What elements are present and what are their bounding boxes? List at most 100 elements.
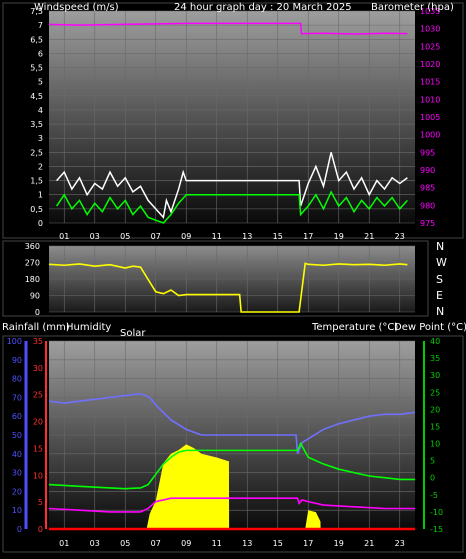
humidity-axis-title: Humidity xyxy=(66,322,111,333)
tick-label-hour-top: 05 xyxy=(120,232,130,241)
tick-label-humidity: 60 xyxy=(12,412,22,421)
tick-label-hour-top: 11 xyxy=(212,232,222,241)
tick-label-humidity: 50 xyxy=(12,431,22,440)
tick-label-windspeed: 7 xyxy=(38,21,43,30)
tick-label-hour-top: 07 xyxy=(151,232,161,241)
tick-label-hour-bottom: 21 xyxy=(364,539,374,548)
tick-label-hour-top: 01 xyxy=(59,232,69,241)
tick-label-hour-bottom: 05 xyxy=(120,539,130,548)
dir-label-e: E xyxy=(436,289,443,302)
weather-chart-svg: 00,511,522,533,544,555,566,577,597598098… xyxy=(2,2,466,553)
tick-label-temperature: 30 xyxy=(430,371,440,380)
tick-label-windspeed: 2,5 xyxy=(30,148,43,157)
tick-label-hour-bottom: 23 xyxy=(395,539,405,548)
tick-label-rain: 20 xyxy=(33,418,43,427)
tick-label-temperature: 40 xyxy=(430,337,440,346)
tick-label-temperature: 20 xyxy=(430,405,440,414)
temperature-axis-title: Temperature (°C) xyxy=(311,322,398,333)
tick-label-hour-bottom: 17 xyxy=(303,539,313,548)
tick-label-hour-bottom: 01 xyxy=(59,539,69,548)
dir-label-n-top: N xyxy=(436,240,444,253)
graph-title: 24 hour graph day : 20 March 2025 xyxy=(174,2,352,13)
tick-label-humidity: 80 xyxy=(12,375,22,384)
tick-label-windspeed: 4 xyxy=(38,106,43,115)
tick-label-windspeed: 1 xyxy=(38,191,43,200)
tick-label-temperature: -15 xyxy=(430,525,443,534)
tick-label-hour-bottom: 13 xyxy=(242,539,252,548)
tick-label-hour-top: 13 xyxy=(242,232,252,241)
tick-label-rain: 15 xyxy=(33,444,43,453)
tick-label-rain: 10 xyxy=(33,471,43,480)
tick-label-humidity: 10 xyxy=(12,506,22,515)
tick-label-windspeed: 5 xyxy=(38,78,43,87)
tick-label-temperature: -10 xyxy=(430,508,443,517)
tick-label-barometer: 1010 xyxy=(420,95,440,104)
tick-label-rain: 35 xyxy=(33,337,43,346)
tick-label-temperature: 35 xyxy=(430,354,440,363)
tick-label-temperature: 5 xyxy=(430,457,435,466)
tick-label-barometer: 1000 xyxy=(420,131,440,140)
tick-label-barometer: 1020 xyxy=(420,60,440,69)
tick-label-direction: 0 xyxy=(35,308,40,317)
tick-label-humidity: 40 xyxy=(12,450,22,459)
tick-label-barometer: 995 xyxy=(420,148,435,157)
tick-label-hour-top: 21 xyxy=(364,232,374,241)
tick-label-direction: 180 xyxy=(25,275,40,284)
rainfall-axis-title: Rainfall (mm) xyxy=(2,322,70,333)
tick-label-barometer: 985 xyxy=(420,184,435,193)
tick-label-temperature: -5 xyxy=(430,491,438,500)
tick-label-barometer: 980 xyxy=(420,201,435,210)
tick-label-rain: 30 xyxy=(33,364,43,373)
tick-label-windspeed: 1,5 xyxy=(30,177,43,186)
tick-label-humidity: 90 xyxy=(12,356,22,365)
tick-label-temperature: 15 xyxy=(430,422,440,431)
tick-label-humidity: 20 xyxy=(12,487,22,496)
tick-label-hour-bottom: 19 xyxy=(334,539,344,548)
dir-label-s: S xyxy=(436,273,443,286)
tick-label-hour-top: 15 xyxy=(273,232,283,241)
dir-label-n-bottom: N xyxy=(436,305,444,318)
tick-label-barometer: 975 xyxy=(420,219,435,228)
tick-label-windspeed: 5,5 xyxy=(30,64,43,73)
plot-area-wind xyxy=(49,11,415,223)
tick-label-hour-top: 19 xyxy=(334,232,344,241)
windspeed-axis-title: Windspeed (m/s) xyxy=(34,2,119,13)
tick-label-direction: 360 xyxy=(25,242,40,251)
dir-label-w: W xyxy=(436,256,447,269)
tick-label-hour-bottom: 07 xyxy=(151,539,161,548)
tick-label-barometer: 1030 xyxy=(420,25,440,34)
tick-label-humidity: 0 xyxy=(17,525,22,534)
tick-label-hour-bottom: 09 xyxy=(181,539,191,548)
tick-label-hour-top: 03 xyxy=(90,232,100,241)
tick-label-temperature: 10 xyxy=(430,440,440,449)
tick-label-rain: 25 xyxy=(33,391,43,400)
tick-label-hour-bottom: 03 xyxy=(90,539,100,548)
tick-label-hour-bottom: 15 xyxy=(273,539,283,548)
tick-label-windspeed: 0,5 xyxy=(30,205,43,214)
tick-label-windspeed: 2 xyxy=(38,162,43,171)
tick-label-barometer: 1025 xyxy=(420,42,440,51)
barometer-axis-title: Barometer (hpa) xyxy=(371,2,454,13)
tick-label-humidity: 30 xyxy=(12,469,22,478)
tick-label-windspeed: 0 xyxy=(38,219,43,228)
tick-label-windspeed: 6 xyxy=(38,49,43,58)
weather-graph: 0 0,5 1 1,5 2 2,5 3 3,5 4 4,5 5 5,5 6 6,5 7 7,5 975 980 98… xyxy=(0,0,466,555)
tick-label-hour-top: 17 xyxy=(303,232,313,241)
dewpoint-axis-title: Dew Point (°C) xyxy=(394,322,466,333)
tick-label-humidity: 100 xyxy=(7,337,22,346)
tick-label-direction: 270 xyxy=(25,259,40,268)
tick-label-direction: 90 xyxy=(30,292,40,301)
tick-label-windspeed: 3,5 xyxy=(30,120,43,129)
tick-label-temperature: 0 xyxy=(430,474,435,483)
tick-label-rain: 0 xyxy=(38,525,43,534)
tick-label-windspeed: 4,5 xyxy=(30,92,43,101)
tick-label-windspeed: 3 xyxy=(38,134,43,143)
tick-label-barometer: 990 xyxy=(420,166,435,175)
tick-label-hour-top: 09 xyxy=(181,232,191,241)
tick-label-barometer: 1015 xyxy=(420,78,440,87)
tick-label-rain: 5 xyxy=(38,498,43,507)
tick-label-hour-bottom: 11 xyxy=(212,539,222,548)
solar-axis-title: Solar xyxy=(120,328,146,339)
tick-label-temperature: 25 xyxy=(430,388,440,397)
tick-label-humidity: 70 xyxy=(12,393,22,402)
